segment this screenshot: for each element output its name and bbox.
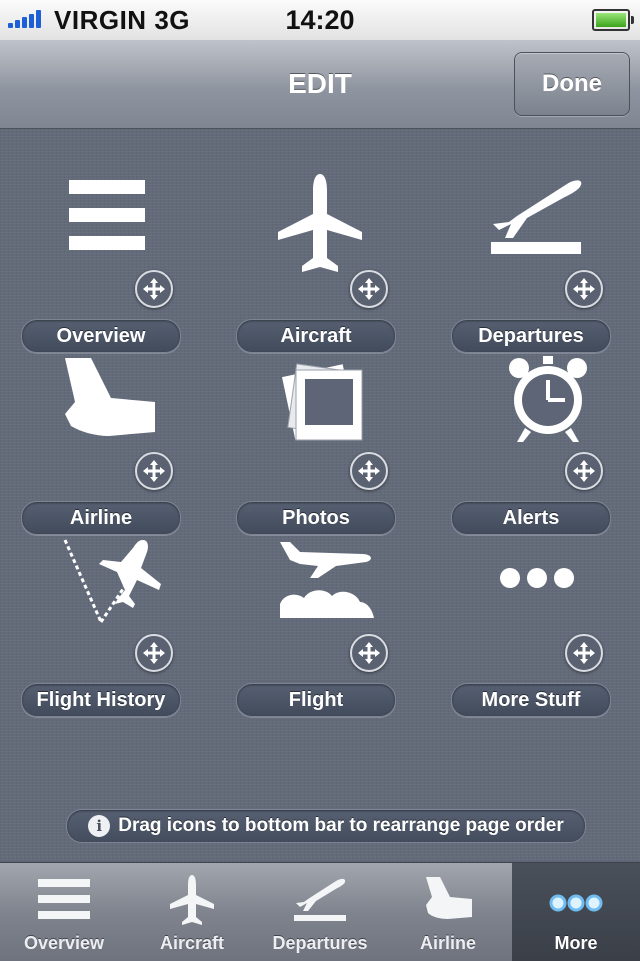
hint-text: Drag icons to bottom bar to rearrange pa… xyxy=(118,815,564,836)
departures-icon xyxy=(294,878,346,921)
tab-more[interactable]: More xyxy=(512,863,640,961)
battery-icon xyxy=(592,9,634,31)
grid-item-alerts[interactable]: Alerts xyxy=(435,356,635,535)
grid-item-label: Flight History xyxy=(21,683,181,717)
tab-aircraft[interactable]: Aircraft xyxy=(128,863,256,961)
tab-label: Overview xyxy=(23,933,105,953)
edit-grid-area: Overview Aircraft Departures Airline Pho… xyxy=(0,129,640,860)
move-arrows-icon[interactable] xyxy=(565,270,603,308)
grid-item-label: Overview xyxy=(21,319,181,353)
grid-item-airline[interactable]: Airline xyxy=(5,356,205,535)
rearrange-hint: i Drag icons to bottom bar to rearrange … xyxy=(66,809,586,843)
move-arrows-icon[interactable] xyxy=(565,452,603,490)
overview-lines-icon xyxy=(38,879,90,919)
grid-item-label: Departures xyxy=(451,319,611,353)
navigation-bar: EDIT Done xyxy=(0,40,640,129)
tab-label: Airline xyxy=(419,933,476,953)
tab-label: Departures xyxy=(272,933,368,953)
grid-item-label: Photos xyxy=(236,501,396,535)
grid-item-overview[interactable]: Overview xyxy=(5,174,205,353)
move-arrows-icon[interactable] xyxy=(135,270,173,308)
status-time: 14:20 xyxy=(285,5,355,35)
grid-item-label: More Stuff xyxy=(451,683,611,717)
move-arrows-icon[interactable] xyxy=(135,452,173,490)
grid-item-flight[interactable]: Flight xyxy=(220,538,420,717)
grid-item-label: Airline xyxy=(21,501,181,535)
airplane-icon xyxy=(170,875,214,925)
status-bar: VIRGIN 3G 14:20 xyxy=(0,0,640,40)
tab-label: Aircraft xyxy=(159,933,225,953)
move-arrows-icon[interactable] xyxy=(135,634,173,672)
grid-item-flight-history[interactable]: Flight History xyxy=(5,538,205,717)
grid-item-label: Alerts xyxy=(451,501,611,535)
done-button[interactable]: Done xyxy=(514,52,630,116)
tab-overview[interactable]: Overview xyxy=(0,863,128,961)
tab-airline[interactable]: Airline xyxy=(384,863,512,961)
move-arrows-icon[interactable] xyxy=(565,634,603,672)
move-arrows-icon[interactable] xyxy=(350,452,388,490)
grid-item-departures[interactable]: Departures xyxy=(435,174,635,353)
tab-bar: Overview Aircraft Departures Airline Mor… xyxy=(0,862,640,961)
grid-item-aircraft[interactable]: Aircraft xyxy=(220,174,420,353)
tab-departures[interactable]: Departures xyxy=(256,863,384,961)
grid-item-label: Aircraft xyxy=(236,319,396,353)
move-arrows-icon[interactable] xyxy=(350,270,388,308)
tab-label: More xyxy=(554,933,598,953)
airline-tail-icon xyxy=(426,877,472,919)
info-icon: i xyxy=(88,815,111,837)
grid-item-label: Flight xyxy=(236,683,396,717)
grid-item-more-stuff[interactable]: More Stuff xyxy=(435,538,635,717)
grid-item-photos[interactable]: Photos xyxy=(220,356,420,535)
more-dots-icon xyxy=(549,894,603,912)
move-arrows-icon[interactable] xyxy=(350,634,388,672)
